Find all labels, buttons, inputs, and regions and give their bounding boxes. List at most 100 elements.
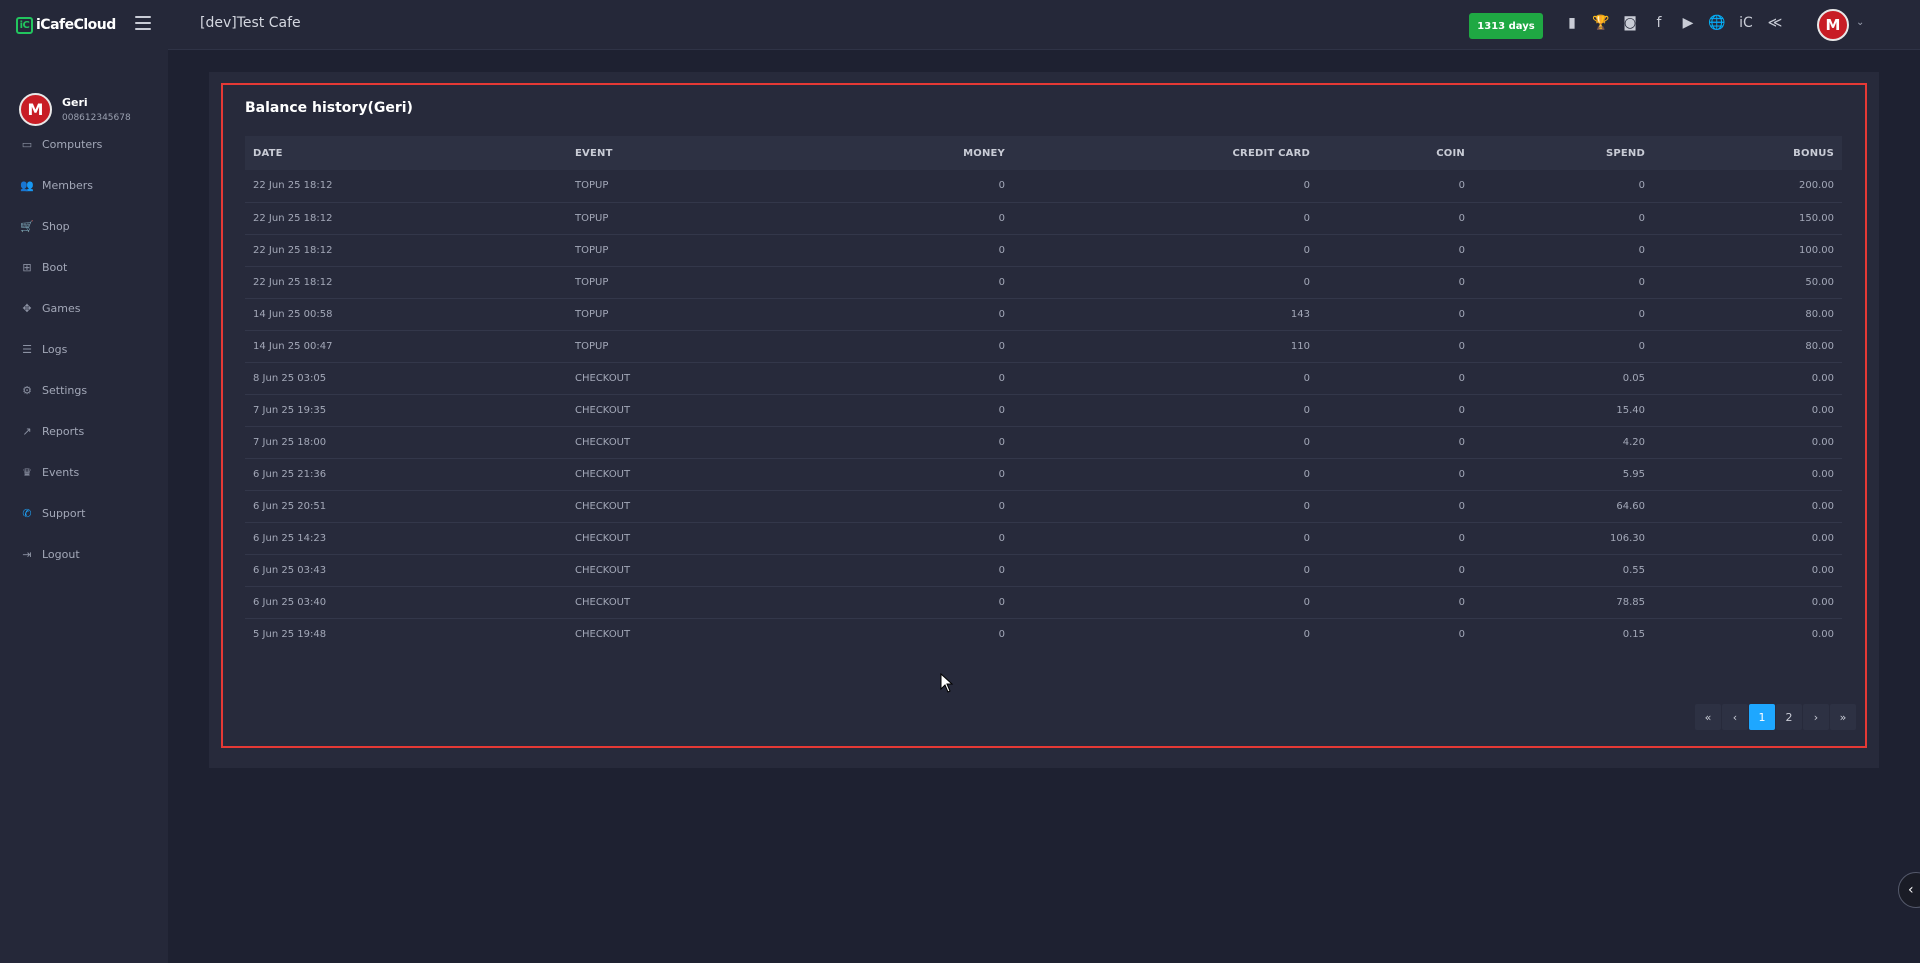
cell-bonus: 0.00 xyxy=(1811,628,1834,640)
table-row: 22 Jun 25 18:12 TOPUP 0 0 0 0 50.00 xyxy=(245,266,1842,298)
cart-icon: 🛒 xyxy=(20,220,34,233)
cell-spend: 0.05 xyxy=(1622,372,1645,384)
prev-page-button[interactable]: ‹ xyxy=(1722,704,1748,730)
cell-credit-card: 0 xyxy=(1303,628,1310,640)
table-row: 6 Jun 25 21:36 CHECKOUT 0 0 0 5.95 0.00 xyxy=(245,458,1842,490)
cell-spend: 0 xyxy=(1638,340,1645,352)
logo-mark-icon: iC xyxy=(16,16,33,34)
cell-bonus: 0.00 xyxy=(1811,564,1834,576)
cell-coin: 0 xyxy=(1458,276,1465,288)
column-header-coin[interactable]: COIN xyxy=(1318,136,1473,170)
page-button-2[interactable]: 2 xyxy=(1776,704,1802,730)
cell-coin: 0 xyxy=(1458,180,1465,192)
sidebar-item-label: Games xyxy=(42,302,81,315)
next-page-button[interactable]: › xyxy=(1803,704,1829,730)
balance-history-table: DATE EVENT MONEY CREDIT CARD COIN SPEND … xyxy=(245,136,1842,650)
cell-money: 0 xyxy=(998,468,1005,480)
table-row: 7 Jun 25 18:00 CHECKOUT 0 0 0 4.20 0.00 xyxy=(245,426,1842,458)
arrows-icon[interactable]: ≪ xyxy=(1766,14,1784,32)
cell-date: 6 Jun 25 21:36 xyxy=(253,468,327,480)
discord-icon[interactable]: ◙ xyxy=(1621,14,1639,32)
sidebar-item-computers[interactable]: ▭ Computers xyxy=(0,124,168,165)
sidebar-item-reports[interactable]: ↗ Reports xyxy=(0,411,168,452)
cell-credit-card: 0 xyxy=(1303,180,1310,192)
last-page-button[interactable]: » xyxy=(1830,704,1856,730)
cell-spend: 0 xyxy=(1638,276,1645,288)
sidebar-item-members[interactable]: 👥 Members xyxy=(0,165,168,206)
youtube-icon[interactable]: ▶ xyxy=(1679,14,1697,32)
first-page-button[interactable]: « xyxy=(1695,704,1721,730)
cell-date: 22 Jun 25 18:12 xyxy=(253,212,333,224)
cell-money: 0 xyxy=(998,308,1005,320)
sidebar-item-games[interactable]: ✥ Games xyxy=(0,288,168,329)
cell-money: 0 xyxy=(998,372,1005,384)
icafe-icon[interactable]: iC xyxy=(1737,14,1755,32)
facebook-icon[interactable]: f xyxy=(1650,14,1668,32)
cell-coin: 0 xyxy=(1458,628,1465,640)
cell-spend: 0.55 xyxy=(1622,564,1645,576)
table-row: 6 Jun 25 14:23 CHECKOUT 0 0 0 106.30 0.0… xyxy=(245,522,1842,554)
cell-coin: 0 xyxy=(1458,372,1465,384)
cell-coin: 0 xyxy=(1458,244,1465,256)
cell-date: 8 Jun 25 03:05 xyxy=(253,372,327,384)
side-toggle-button[interactable]: ‹ xyxy=(1898,872,1920,908)
column-header-money[interactable]: MONEY xyxy=(767,136,1013,170)
column-header-event[interactable]: EVENT xyxy=(567,136,767,170)
sidebar-item-settings[interactable]: ⚙ Settings xyxy=(0,370,168,411)
cell-date: 14 Jun 25 00:47 xyxy=(253,340,333,352)
user-avatar[interactable]: M xyxy=(1817,9,1849,41)
cell-bonus: 0.00 xyxy=(1811,436,1834,448)
cell-event: TOPUP xyxy=(575,212,609,224)
sidebar-item-shop[interactable]: 🛒 Shop xyxy=(0,206,168,247)
sidebar-item-boot[interactable]: ⊞ Boot xyxy=(0,247,168,288)
sidebar-item-events[interactable]: ♛ Events xyxy=(0,452,168,493)
cell-date: 22 Jun 25 18:12 xyxy=(253,180,333,192)
avatar[interactable]: M xyxy=(19,92,52,126)
sidebar-item-logout[interactable]: ⇥ Logout xyxy=(0,534,168,575)
column-header-credit-card[interactable]: CREDIT CARD xyxy=(1013,136,1318,170)
cell-coin: 0 xyxy=(1458,468,1465,480)
cell-money: 0 xyxy=(998,244,1005,256)
cell-money: 0 xyxy=(998,596,1005,608)
table-row: 22 Jun 25 18:12 TOPUP 0 0 0 0 200.00 xyxy=(245,170,1842,202)
cell-bonus: 150.00 xyxy=(1799,212,1834,224)
cell-event: CHECKOUT xyxy=(575,372,631,384)
cell-bonus: 100.00 xyxy=(1799,244,1834,256)
phone-icon: ✆ xyxy=(22,507,32,520)
column-header-bonus[interactable]: BONUS xyxy=(1653,136,1842,170)
trophy-icon[interactable]: 🏆 xyxy=(1592,14,1610,32)
cell-spend: 15.40 xyxy=(1616,404,1645,416)
cell-coin: 0 xyxy=(1458,532,1465,544)
cell-credit-card: 0 xyxy=(1303,276,1310,288)
cell-event: TOPUP xyxy=(575,276,609,288)
cell-credit-card: 0 xyxy=(1303,564,1310,576)
cell-credit-card: 0 xyxy=(1303,212,1310,224)
logo-text: iCafeCloud xyxy=(36,17,116,33)
table-row: 14 Jun 25 00:58 TOPUP 0 143 0 0 80.00 xyxy=(245,298,1842,330)
column-header-date[interactable]: DATE xyxy=(245,136,567,170)
sidebar-item-logs[interactable]: ☰ Logs xyxy=(0,329,168,370)
globe-icon[interactable]: 🌐 xyxy=(1708,14,1726,32)
cell-money: 0 xyxy=(998,340,1005,352)
chart-line-icon: ↗ xyxy=(22,425,32,438)
cell-credit-card: 0 xyxy=(1303,436,1310,448)
table-row: 6 Jun 25 03:40 CHECKOUT 0 0 0 78.85 0.00 xyxy=(245,586,1842,618)
page-button-1[interactable]: 1 xyxy=(1749,704,1775,730)
cell-event: TOPUP xyxy=(575,308,609,320)
gear-icon: ⚙ xyxy=(22,384,32,397)
app-logo[interactable]: iC iCafeCloud xyxy=(16,16,116,34)
menu-toggle-icon[interactable] xyxy=(135,16,151,30)
chevron-down-icon[interactable]: ⌄ xyxy=(1856,17,1864,28)
sidebar-item-label: Events xyxy=(42,466,80,479)
column-header-spend[interactable]: SPEND xyxy=(1473,136,1653,170)
leaderboard-icon[interactable]: ▮ xyxy=(1563,14,1581,32)
cell-event: CHECKOUT xyxy=(575,532,631,544)
cell-credit-card: 0 xyxy=(1303,532,1310,544)
cell-bonus: 50.00 xyxy=(1805,276,1834,288)
license-days-badge[interactable]: 1313 days xyxy=(1469,13,1543,39)
sidebar-item-label: Reports xyxy=(42,425,85,438)
cell-money: 0 xyxy=(998,212,1005,224)
cell-event: CHECKOUT xyxy=(575,468,631,480)
sidebar-item-support[interactable]: ✆ Support xyxy=(0,493,168,534)
monitor-icon: ▭ xyxy=(21,138,33,151)
